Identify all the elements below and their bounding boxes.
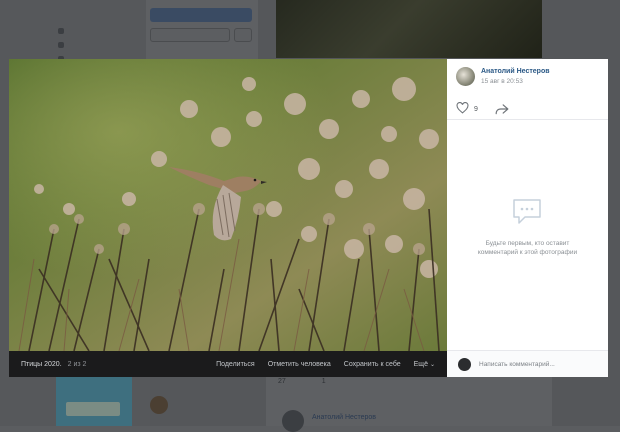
menu-item-bg	[58, 24, 148, 38]
photo-counter: 2 из 2	[67, 360, 87, 368]
background-secondary-button	[150, 28, 230, 42]
menu-item-bg	[58, 38, 148, 52]
author-block: Анатолий Нестеров 15 авг в 20:53	[456, 67, 550, 86]
bird-photo-image	[9, 59, 447, 351]
background-group-item	[150, 396, 168, 414]
save-photo-button[interactable]: Сохранить к себе	[344, 361, 401, 368]
comments-empty-state: Будьте первым, кто оставит комментарий к…	[447, 197, 608, 258]
current-user-avatar	[458, 357, 471, 371]
background-avatar	[282, 410, 304, 432]
more-menu-label: Ещё	[413, 360, 428, 368]
share-photo-button[interactable]: Поделиться	[216, 361, 255, 368]
background-primary-button	[150, 8, 252, 22]
feed-like-count: 27	[278, 378, 286, 385]
feed-share-count: 1	[321, 378, 326, 385]
background-ad-graphic	[66, 402, 120, 416]
background-more-button	[234, 28, 252, 42]
comment-input[interactable]: Написать комментарий...	[479, 361, 555, 368]
more-menu-button[interactable]: Ещё ⌄	[414, 361, 435, 368]
photo[interactable]	[9, 59, 447, 351]
photo-actions: Поделиться Отметить человека Сохранить к…	[216, 361, 435, 368]
background-photo	[276, 0, 542, 58]
author-name-link[interactable]: Анатолий Нестеров	[481, 68, 550, 75]
empty-comments-text-2: комментарий к этой фотографии	[477, 249, 578, 256]
photo-viewer: Птицы 2020. 2 из 2 Поделиться Отметить ч…	[9, 59, 608, 377]
share-arrow-icon[interactable]	[495, 103, 509, 115]
empty-comments-text-1: Будьте первым, кто оставит	[485, 239, 570, 247]
background-ad-banner	[56, 376, 132, 426]
heart-icon[interactable]	[456, 101, 469, 116]
comments-empty-icon	[447, 197, 608, 231]
comment-composer: Написать комментарий...	[447, 350, 608, 377]
background-feed-counters: 27 1	[278, 378, 326, 385]
divider	[447, 119, 608, 120]
photo-info-panel: Анатолий Нестеров 15 авг в 20:53 9 Будьт…	[447, 59, 608, 377]
post-date[interactable]: 15 авг в 20:53	[481, 78, 550, 85]
like-count: 9	[474, 105, 478, 113]
album-title-link[interactable]: Птицы 2020.	[21, 361, 62, 368]
reactions-row: 9	[456, 101, 509, 116]
author-avatar[interactable]	[456, 67, 475, 86]
tag-person-button[interactable]: Отметить человека	[268, 361, 331, 368]
background-feed-author: Анатолий Нестеров	[312, 414, 376, 421]
photo-toolbar: Птицы 2020. 2 из 2 Поделиться Отметить ч…	[9, 351, 447, 377]
chevron-down-icon: ⌄	[429, 361, 435, 368]
